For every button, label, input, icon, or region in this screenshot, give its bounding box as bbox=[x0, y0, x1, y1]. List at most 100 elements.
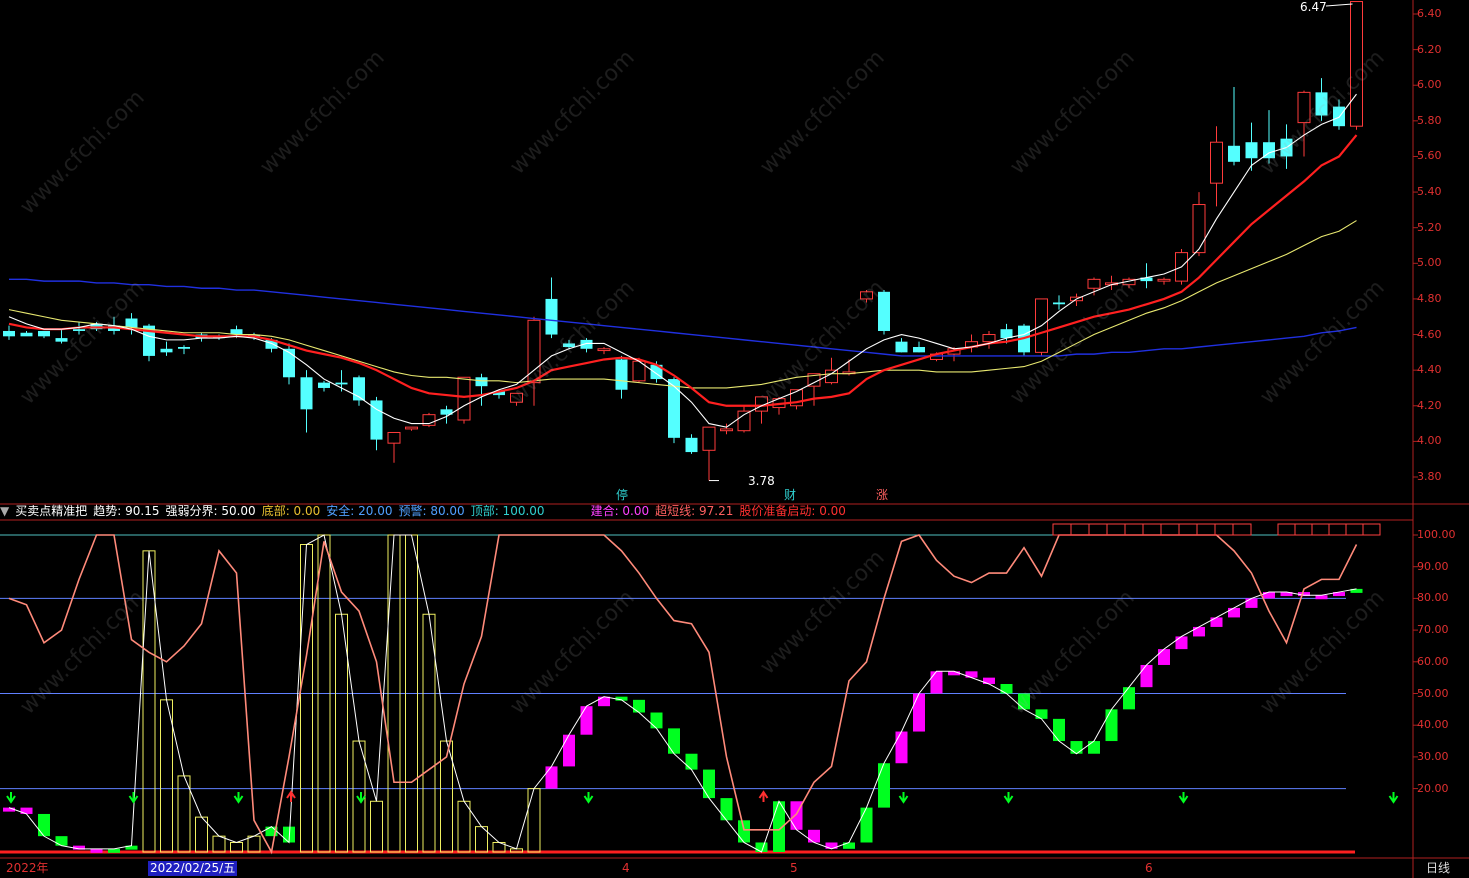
indicator-start: 股价准备启动: 0.00 bbox=[739, 504, 846, 518]
osc-bar bbox=[1000, 683, 1013, 694]
top-zone-box bbox=[1106, 523, 1126, 536]
price-tick-label: 4.40 bbox=[1417, 363, 1442, 377]
osc-bar-outline bbox=[335, 613, 348, 853]
osc-bar bbox=[930, 671, 943, 694]
osc-bar bbox=[38, 813, 50, 837]
osc-bar bbox=[580, 706, 593, 735]
osc-bar bbox=[650, 712, 663, 729]
price-tick-label: 5.80 bbox=[1417, 113, 1442, 127]
candle-body-down bbox=[1053, 302, 1065, 305]
indicator-build: 建合: 0.00 bbox=[590, 504, 650, 518]
osc-bar bbox=[598, 696, 610, 707]
osc-bar bbox=[825, 842, 838, 849]
down-arrow bbox=[898, 792, 909, 804]
top-zone-box bbox=[1070, 523, 1090, 536]
event-tag-suspend[interactable]: 停 bbox=[615, 488, 629, 502]
indicator-tick-label: 70.00 bbox=[1417, 623, 1449, 637]
price-tick-label: 5.60 bbox=[1417, 149, 1442, 163]
osc-bar-outline bbox=[177, 775, 191, 853]
period-selector[interactable]: 日线 bbox=[1426, 861, 1450, 876]
price-tick-label: 6.20 bbox=[1417, 42, 1442, 56]
osc-bar bbox=[983, 677, 995, 684]
candle-body-down bbox=[283, 348, 295, 378]
top-zone-box bbox=[1345, 523, 1364, 536]
osc-bar bbox=[843, 842, 855, 849]
osc-bar bbox=[1140, 664, 1153, 688]
candle-body-up bbox=[405, 426, 418, 430]
candle-body-up bbox=[860, 291, 873, 300]
indicator-trend: 趋势: 90.15 bbox=[93, 504, 160, 518]
osc-bar bbox=[808, 829, 820, 843]
cursor-date: 2022/02/25/五 bbox=[148, 861, 238, 876]
price-tick-label: 4.20 bbox=[1417, 398, 1442, 412]
price-tick-label: 5.40 bbox=[1417, 185, 1442, 199]
candle-body-down bbox=[318, 382, 330, 388]
candle-body-down bbox=[125, 318, 138, 328]
month-label: 4 bbox=[622, 861, 630, 875]
price-tick-label: 5.00 bbox=[1417, 256, 1442, 270]
candle-body-up bbox=[510, 392, 523, 403]
top-zone-box bbox=[1277, 523, 1296, 536]
high-pointer bbox=[1325, 3, 1353, 7]
osc-bar bbox=[1123, 687, 1135, 710]
candle-body-down bbox=[73, 329, 85, 331]
top-zone-box bbox=[1328, 523, 1347, 536]
candle-body-down bbox=[38, 330, 50, 337]
price-tick-label: 6.40 bbox=[1417, 7, 1442, 20]
event-tag-limit-up[interactable]: 涨 bbox=[875, 488, 889, 502]
osc-bar bbox=[720, 798, 733, 821]
osc-bar bbox=[1018, 693, 1030, 710]
osc-bar-outline bbox=[300, 544, 313, 853]
event-tag-finance[interactable]: 财 bbox=[783, 488, 797, 502]
candle-body-down bbox=[160, 348, 173, 353]
top-zone-box bbox=[1311, 523, 1330, 536]
candle-body-down bbox=[563, 343, 575, 348]
candle-body-down bbox=[335, 382, 348, 385]
top-zone-box bbox=[1124, 523, 1144, 536]
osc-bar bbox=[563, 734, 575, 767]
ma-slow-line bbox=[8, 220, 1357, 389]
osc-bar bbox=[1263, 592, 1275, 599]
candle-body-down bbox=[895, 341, 908, 353]
osc-bar bbox=[685, 753, 698, 770]
top-zone-box bbox=[1196, 523, 1216, 536]
indicator-name[interactable]: 买卖点精准把 bbox=[15, 504, 87, 518]
candle-body-up bbox=[1087, 278, 1101, 289]
indicator-menu-icon[interactable]: ▼ bbox=[0, 504, 9, 518]
price-tick-label: 5.20 bbox=[1417, 220, 1442, 234]
osc-bar bbox=[1175, 636, 1188, 650]
indicator-tick-label: 20.00 bbox=[1417, 781, 1449, 795]
osc-bar-outline bbox=[142, 550, 156, 853]
high-price-label: 6.47 bbox=[1300, 0, 1327, 14]
price-tick-label: 6.00 bbox=[1417, 78, 1442, 92]
osc-bar bbox=[860, 807, 873, 843]
candle-body-down bbox=[668, 379, 680, 438]
year-label: 2022年 bbox=[6, 861, 49, 875]
osc-bar bbox=[738, 820, 750, 843]
top-zone-box bbox=[1232, 523, 1252, 536]
price-tick-label: 4.60 bbox=[1417, 327, 1442, 341]
osc-bar bbox=[1315, 595, 1328, 600]
osc-bar bbox=[1210, 617, 1223, 627]
down-arrow bbox=[583, 792, 594, 804]
up-arrow bbox=[286, 790, 296, 802]
top-zone-box bbox=[1178, 523, 1198, 536]
top-zone-box bbox=[1294, 523, 1313, 536]
osc-bar bbox=[1158, 649, 1170, 665]
candle-body-up bbox=[1297, 91, 1311, 124]
candle-body-down bbox=[913, 347, 925, 353]
top-zone-box bbox=[1160, 523, 1180, 536]
down-arrow bbox=[1388, 792, 1399, 804]
osc-bar bbox=[108, 848, 120, 853]
candle-body-down bbox=[3, 330, 15, 337]
chart-canvas[interactable] bbox=[0, 0, 1469, 878]
indicator-divide: 强弱分界: 50.00 bbox=[165, 504, 256, 518]
candle-body-down bbox=[878, 291, 890, 331]
candle-body-down bbox=[1228, 145, 1240, 162]
osc-bar bbox=[1088, 741, 1100, 754]
up-arrow bbox=[758, 790, 769, 802]
osc-bar bbox=[1245, 598, 1258, 608]
candle-body-up bbox=[1192, 204, 1206, 254]
candle-body-up bbox=[387, 431, 401, 444]
down-arrow bbox=[356, 792, 366, 804]
